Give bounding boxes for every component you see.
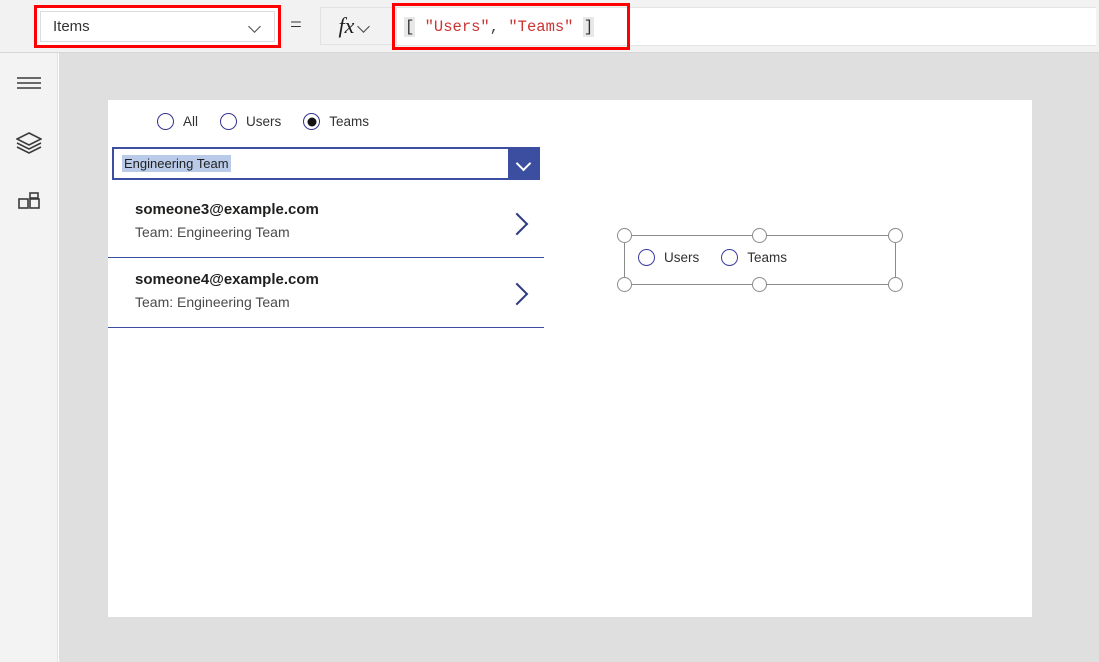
property-selector-highlight: Items [34, 5, 281, 48]
tree-view-layers-icon [16, 132, 42, 154]
radio-option-all[interactable]: All [157, 113, 198, 130]
list-item-title: someone4@example.com [135, 271, 319, 288]
chevron-right-icon[interactable] [508, 280, 526, 308]
formula-bar: Items = fx [ "Users", "Teams" ] [0, 0, 1099, 53]
design-canvas[interactable]: All Users Teams Engineering Team someone… [59, 53, 1099, 662]
resize-handle-top-left[interactable] [617, 228, 632, 243]
radio-label: Teams [747, 250, 788, 265]
selected-control-options[interactable]: Users Teams [638, 249, 809, 266]
combobox-value: Engineering Team [122, 155, 231, 172]
list-item-subtitle: Team: Engineering Team [135, 224, 290, 240]
formula-input[interactable]: [ "Users", "Teams" ] [396, 7, 1096, 46]
property-dropdown[interactable]: Items [40, 11, 275, 42]
chevron-down-icon [249, 20, 262, 33]
hamburger-menu-icon [17, 77, 41, 89]
chevron-down-icon [516, 157, 530, 171]
formula-string-users: "Users" [424, 17, 490, 36]
selected-radio-control[interactable]: Users Teams [617, 228, 903, 292]
formula-comma: , [489, 17, 500, 36]
sidebar-item-insert[interactable] [14, 188, 44, 218]
radio-option-teams[interactable]: Teams [303, 113, 369, 130]
list-item[interactable]: someone4@example.com Team: Engineering T… [108, 258, 544, 328]
results-gallery[interactable]: someone3@example.com Team: Engineering T… [108, 188, 544, 328]
list-item-title: someone3@example.com [135, 201, 319, 218]
radio-option-teams[interactable]: Teams [721, 249, 787, 266]
combobox-dropdown-button[interactable] [508, 149, 538, 178]
resize-handle-top-right[interactable] [888, 228, 903, 243]
radio-option-users[interactable]: Users [638, 249, 699, 266]
radio-circle-icon [157, 113, 174, 130]
app-screen[interactable]: All Users Teams Engineering Team someone… [108, 100, 1032, 617]
formula-space [499, 18, 508, 36]
radio-circle-icon [220, 113, 238, 130]
list-item-subtitle: Team: Engineering Team [135, 294, 290, 310]
insert-components-icon [18, 192, 40, 209]
resize-handle-top-center[interactable] [752, 228, 767, 243]
fx-icon: fx [338, 13, 355, 38]
chevron-down-icon [358, 20, 371, 33]
radio-circle-selected-icon [303, 113, 321, 130]
radio-label: Teams [329, 114, 370, 129]
chevron-right-icon[interactable] [508, 210, 526, 238]
left-sidebar [0, 53, 58, 662]
resize-handle-bottom-left[interactable] [617, 277, 632, 292]
radio-label: Users [664, 250, 700, 265]
resize-handle-bottom-right[interactable] [888, 277, 903, 292]
sidebar-item-tree-view[interactable] [14, 128, 44, 158]
team-combobox[interactable]: Engineering Team [112, 147, 540, 180]
radio-circle-icon [721, 249, 739, 266]
resize-handle-bottom-center[interactable] [752, 277, 767, 292]
formula-string-teams: "Teams" [508, 17, 574, 36]
radio-label: All [183, 114, 199, 129]
list-item[interactable]: someone3@example.com Team: Engineering T… [108, 188, 544, 258]
radio-label: Users [246, 114, 282, 129]
sidebar-item-menu[interactable] [14, 68, 44, 98]
formula-open-bracket: [ [404, 16, 416, 37]
formula-close-bracket: ] [582, 16, 595, 37]
radio-circle-icon [638, 249, 655, 266]
property-dropdown-label: Items [53, 18, 90, 35]
equals-sign: = [290, 12, 302, 36]
fx-button[interactable]: fx [320, 7, 394, 45]
formula-space [574, 18, 583, 36]
filter-radio-group[interactable]: All Users Teams [157, 113, 391, 130]
radio-option-users[interactable]: Users [220, 113, 281, 130]
formula-space [415, 18, 424, 36]
